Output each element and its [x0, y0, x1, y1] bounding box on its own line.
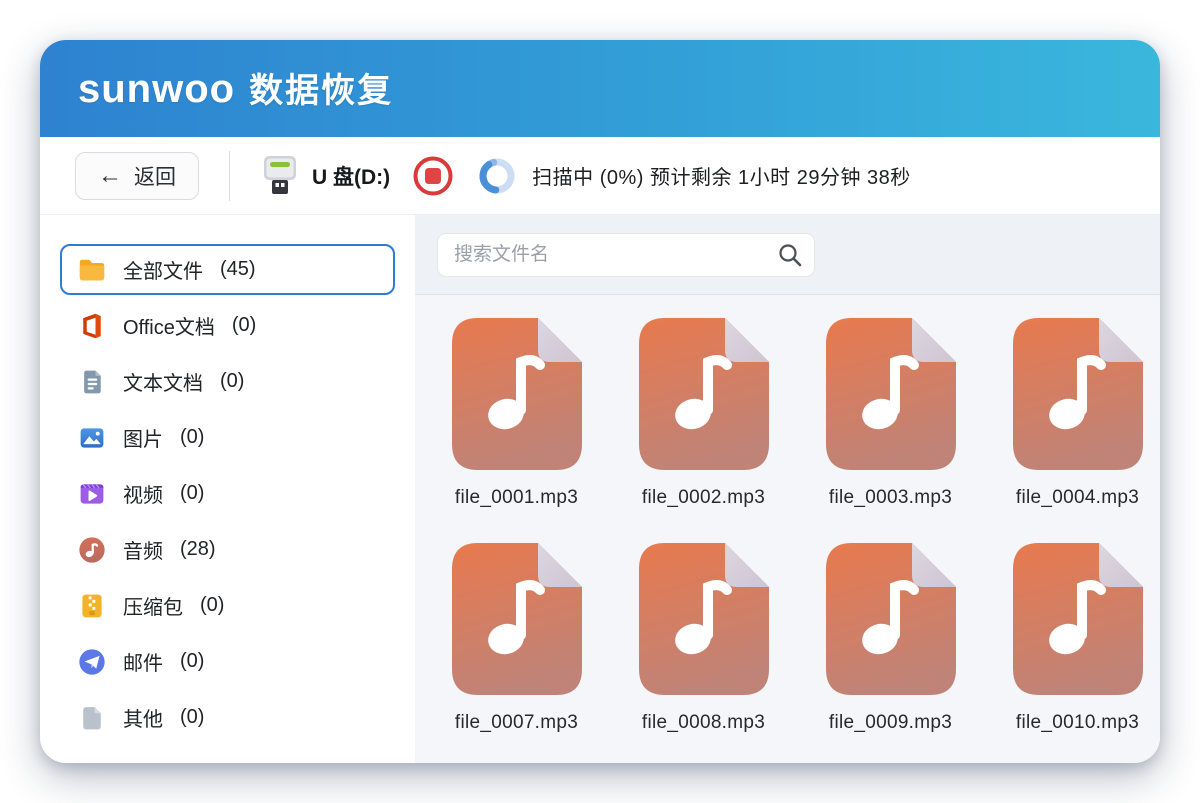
- search-icon[interactable]: [777, 242, 803, 268]
- file-name: file_0008.mp3: [642, 712, 765, 734]
- app-title: 数据恢复: [249, 74, 393, 108]
- file-grid: file_0001.mp3 file_0002.mp3: [415, 295, 1160, 763]
- stop-scan-button[interactable]: [412, 155, 454, 197]
- sidebar-item-count: (0): [180, 482, 204, 505]
- sidebar: 全部文件 (45) Office文档 (0): [40, 215, 415, 763]
- file-name: file_0001.mp3: [455, 487, 578, 509]
- toolbar: ← 返回 U 盘(D:): [40, 137, 1160, 215]
- file-card[interactable]: file_0008.mp3: [610, 543, 797, 734]
- search-input[interactable]: [437, 233, 815, 277]
- folder-icon: [76, 254, 108, 286]
- text-doc-icon: [76, 366, 108, 398]
- mp3-file-icon: [826, 543, 956, 695]
- sidebar-item-count: (0): [232, 314, 256, 337]
- sidebar-item-label: 音频: [123, 535, 163, 564]
- sidebar-item-count: (0): [180, 706, 204, 729]
- mp3-file-icon: [1013, 543, 1143, 695]
- brand-name: sunwoo: [78, 69, 235, 109]
- sidebar-item-label: 压缩包: [123, 591, 183, 620]
- file-card[interactable]: file_0001.mp3: [423, 318, 610, 509]
- other-doc-icon: [76, 702, 108, 734]
- category-list: 全部文件 (45) Office文档 (0): [60, 244, 395, 743]
- file-card[interactable]: file_0002.mp3: [610, 318, 797, 509]
- file-card[interactable]: file_0010.mp3: [984, 543, 1160, 734]
- screenshot-stage: sunwoo 数据恢复 ← 返回 U 盘(D:): [0, 0, 1200, 803]
- sidebar-item-images[interactable]: 图片 (0): [60, 412, 395, 463]
- sidebar-item-count: (28): [180, 538, 216, 561]
- scan-status-text: 扫描中 (0%) 预计剩余 1小时 29分钟 38秒: [532, 161, 911, 190]
- sidebar-item-label: Office文档: [123, 311, 215, 340]
- app-header: sunwoo 数据恢复: [40, 40, 1160, 137]
- sidebar-item-count: (0): [200, 594, 224, 617]
- sidebar-item-label: 其他: [123, 703, 163, 732]
- image-icon: [76, 422, 108, 454]
- file-name: file_0010.mp3: [1016, 712, 1139, 734]
- search-row: [415, 215, 1160, 295]
- drive-label: U 盘(D:): [312, 161, 390, 191]
- sidebar-item-label: 文本文档: [123, 367, 203, 396]
- sidebar-item-all-files[interactable]: 全部文件 (45): [60, 244, 395, 295]
- mp3-file-icon: [452, 543, 582, 695]
- sidebar-item-videos[interactable]: 视频 (0): [60, 468, 395, 519]
- sidebar-item-label: 图片: [123, 423, 163, 452]
- sidebar-item-audio[interactable]: 音频 (28): [60, 524, 395, 575]
- zip-icon: [76, 590, 108, 622]
- content-area: 全部文件 (45) Office文档 (0): [40, 215, 1160, 763]
- file-card[interactable]: file_0009.mp3: [797, 543, 984, 734]
- sidebar-item-count: (0): [180, 650, 204, 673]
- file-card[interactable]: file_0007.mp3: [423, 543, 610, 734]
- file-name: file_0004.mp3: [1016, 487, 1139, 509]
- sidebar-item-count: (0): [220, 370, 244, 393]
- scan-progress-spinner: [478, 157, 516, 195]
- file-name: file_0003.mp3: [829, 487, 952, 509]
- sidebar-item-office-docs[interactable]: Office文档 (0): [60, 300, 395, 351]
- sidebar-item-label: 视频: [123, 479, 163, 508]
- back-arrow-icon: ←: [98, 164, 122, 188]
- video-icon: [76, 478, 108, 510]
- sidebar-item-other[interactable]: 其他 (0): [60, 692, 395, 743]
- main-panel: file_0001.mp3 file_0002.mp3: [415, 215, 1160, 763]
- mp3-file-icon: [639, 318, 769, 470]
- office-icon: [76, 310, 108, 342]
- mp3-file-icon: [639, 543, 769, 695]
- mp3-file-icon: [826, 318, 956, 470]
- file-name: file_0007.mp3: [455, 712, 578, 734]
- app-window: sunwoo 数据恢复 ← 返回 U 盘(D:): [40, 40, 1160, 763]
- file-card[interactable]: file_0004.mp3: [984, 318, 1160, 509]
- sidebar-item-count: (45): [220, 258, 256, 281]
- file-name: file_0002.mp3: [642, 487, 765, 509]
- toolbar-divider: [229, 151, 230, 201]
- mail-icon: [76, 646, 108, 678]
- file-name: file_0009.mp3: [829, 712, 952, 734]
- search-box: [437, 233, 815, 277]
- file-card[interactable]: file_0003.mp3: [797, 318, 984, 509]
- sidebar-item-text-docs[interactable]: 文本文档 (0): [60, 356, 395, 407]
- sidebar-item-archives[interactable]: 压缩包 (0): [60, 580, 395, 631]
- mp3-file-icon: [452, 318, 582, 470]
- back-button[interactable]: ← 返回: [75, 152, 199, 200]
- sidebar-item-count: (0): [180, 426, 204, 449]
- mp3-file-icon: [1013, 318, 1143, 470]
- sidebar-item-label: 全部文件: [123, 255, 203, 284]
- usb-drive-icon: [260, 154, 300, 198]
- back-button-label: 返回: [134, 161, 176, 191]
- audio-icon: [76, 534, 108, 566]
- sidebar-item-mail[interactable]: 邮件 (0): [60, 636, 395, 687]
- sidebar-item-label: 邮件: [123, 647, 163, 676]
- app-logo: sunwoo 数据恢复: [78, 69, 393, 109]
